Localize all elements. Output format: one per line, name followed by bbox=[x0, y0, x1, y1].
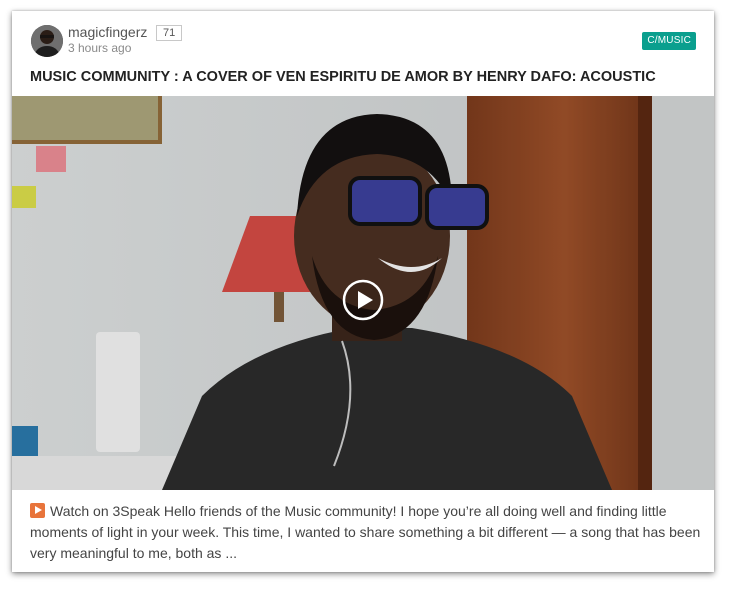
community-tag[interactable]: C/MUSIC bbox=[642, 32, 696, 50]
author-username[interactable]: magicfingerz bbox=[68, 24, 147, 40]
play-circle-icon[interactable] bbox=[342, 279, 384, 321]
post-timestamp: 3 hours ago bbox=[68, 41, 132, 55]
reputation-badge: 71 bbox=[156, 25, 183, 41]
post-summary: Watch on 3Speak Hello friends of the Mus… bbox=[30, 501, 702, 564]
video-thumbnail[interactable] bbox=[12, 96, 714, 490]
post-card[interactable]: magicfingerz 71 3 hours ago C/MUSIC MUSI… bbox=[12, 11, 714, 572]
post-title[interactable]: MUSIC COMMUNITY : A COVER OF VEN ESPIRIT… bbox=[30, 69, 700, 85]
play-button-emoji-icon bbox=[30, 503, 45, 518]
post-summary-text: Watch on 3Speak Hello friends of the Mus… bbox=[30, 503, 701, 561]
avatar[interactable] bbox=[31, 25, 63, 57]
